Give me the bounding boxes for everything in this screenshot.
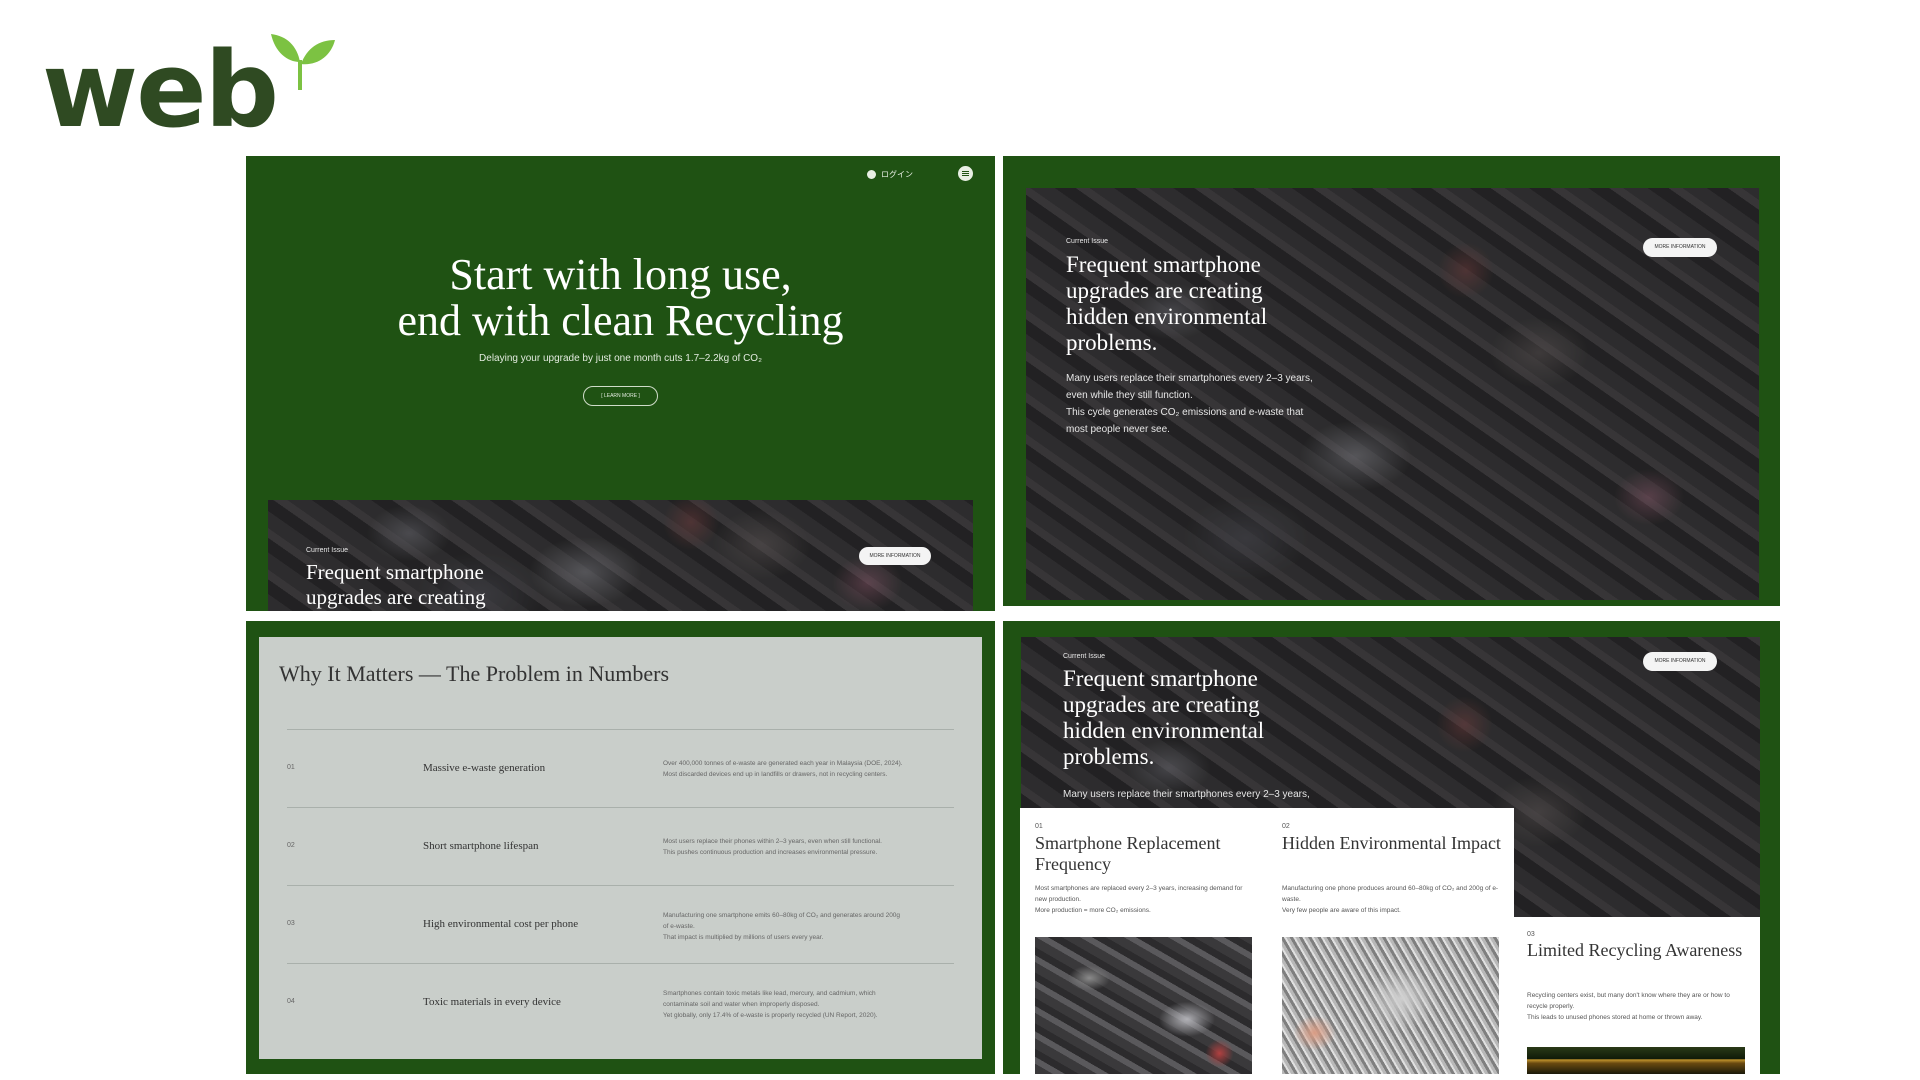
row-description: Manufacturing one smartphone emits 60–80… bbox=[663, 912, 901, 941]
row-name: Toxic materials in every device bbox=[423, 996, 561, 1008]
issue-title: Frequent smartphone upgrades are creatin… bbox=[1066, 252, 1267, 356]
numbers-row: 03 High environmental cost per phone Man… bbox=[287, 885, 954, 964]
issue-body-line: most people never see. bbox=[1066, 424, 1170, 435]
feature-number: 02 bbox=[1282, 823, 1290, 830]
feature-number: 01 bbox=[1035, 823, 1043, 830]
row-name: Massive e-waste generation bbox=[423, 762, 546, 774]
web-logo: web bbox=[42, 34, 362, 144]
row-description: Smartphones contain toxic metals like le… bbox=[663, 990, 878, 1019]
feature-title: Hidden Environmental Impact bbox=[1282, 833, 1501, 853]
issue-title-line: Frequent smartphone bbox=[1063, 666, 1258, 691]
learn-more-button[interactable]: [ LEARN MORE ] bbox=[583, 386, 658, 406]
feature-image-recycling bbox=[1527, 1047, 1745, 1074]
hero-title: Start with long use, end with clean Recy… bbox=[246, 252, 995, 344]
row-number: 04 bbox=[287, 998, 295, 1005]
feature-number: 03 bbox=[1527, 931, 1535, 938]
menu-icon[interactable] bbox=[958, 166, 973, 181]
feature-description: Recycling centers exist, but many don't … bbox=[1527, 992, 1730, 1021]
numbers-row: 04 Toxic materials in every device Smart… bbox=[287, 963, 954, 1042]
ewaste-phones-photo: Current Issue Frequent smartphone upgrad… bbox=[1026, 188, 1759, 600]
numbers-row: 02 Short smartphone lifespan Most users … bbox=[287, 807, 954, 886]
user-icon bbox=[867, 170, 876, 179]
row-description: Most users replace their phones within 2… bbox=[663, 838, 882, 856]
login-label: ログイン bbox=[881, 170, 913, 179]
issue-title: Frequent smartphone upgrades are creatin… bbox=[306, 560, 486, 610]
issue-body-line: Many users replace their smartphones eve… bbox=[1066, 373, 1313, 384]
logo-text: web bbox=[42, 29, 279, 151]
row-name: Short smartphone lifespan bbox=[423, 840, 539, 852]
issue-preview-photo: Current Issue Frequent smartphone upgrad… bbox=[268, 500, 973, 611]
feature-description: Manufacturing one phone produces around … bbox=[1282, 885, 1499, 914]
row-description: Over 400,000 tonnes of e-waste are gener… bbox=[663, 760, 903, 778]
numbers-title: Why It Matters — The Problem in Numbers bbox=[279, 661, 670, 686]
feature-title: Limited Recycling Awareness bbox=[1527, 940, 1743, 960]
issue-title-line: hidden environmental bbox=[1066, 304, 1268, 329]
hero-title-line2: end with clean Recycling bbox=[397, 296, 844, 345]
numbers-row: 01 Massive e-waste generation Over 400,0… bbox=[287, 729, 954, 808]
current-issue-panel: Current Issue Frequent smartphone upgrad… bbox=[1003, 156, 1780, 606]
issue-title-line: hidden environmental bbox=[1063, 718, 1265, 743]
issue-body: Many users replace their smartphones eve… bbox=[1066, 370, 1313, 438]
hero-subtitle: Delaying your upgrade by just one month … bbox=[479, 353, 762, 364]
issue-title-line: Frequent smartphone bbox=[306, 560, 484, 584]
issue-title-line: upgrades are creating bbox=[1066, 278, 1263, 303]
hero-panel: ログイン Start with long use, end with clean… bbox=[246, 156, 995, 611]
login-link[interactable]: ログイン bbox=[867, 169, 913, 180]
issue-body-line: This cycle generates CO₂ emissions and e… bbox=[1066, 407, 1304, 418]
row-name: High environmental cost per phone bbox=[423, 918, 579, 930]
feature-image-phones bbox=[1035, 937, 1252, 1074]
numbers-panel: Why It Matters — The Problem in Numbers … bbox=[246, 621, 995, 1074]
more-information-button[interactable]: MORE INFORMATION bbox=[1643, 238, 1717, 257]
issue-title-line: upgrades are creating bbox=[1063, 692, 1260, 717]
issue-label: Current Issue bbox=[1063, 653, 1106, 660]
issue-title-line: problems. bbox=[1066, 330, 1158, 355]
issue-label: Current Issue bbox=[1066, 238, 1109, 245]
row-number: 02 bbox=[287, 842, 295, 849]
features-panel: Current Issue Frequent smartphone upgrad… bbox=[1003, 621, 1780, 1074]
feature-image-shredded bbox=[1282, 937, 1499, 1074]
sprout-leaf-icon bbox=[271, 34, 335, 90]
more-information-button[interactable]: MORE INFORMATION bbox=[859, 547, 931, 565]
issue-title-line: problems. bbox=[1063, 744, 1155, 769]
feature-title: Smartphone Replacement Frequency bbox=[1035, 833, 1221, 874]
feature-cards: 01 Smartphone Replacement Frequency Most… bbox=[1020, 808, 1514, 1074]
issue-title-line: Frequent smartphone bbox=[1066, 252, 1261, 277]
numbers-card: Why It Matters — The Problem in Numbers … bbox=[259, 637, 982, 1059]
issue-body-line: even while they still function. bbox=[1066, 390, 1193, 401]
row-number: 01 bbox=[287, 764, 295, 771]
issue-body-line: Many users replace their smartphones eve… bbox=[1063, 789, 1310, 800]
row-number: 03 bbox=[287, 920, 295, 927]
issue-title: Frequent smartphone upgrades are creatin… bbox=[1063, 666, 1264, 770]
issue-title-line: upgrades are creating bbox=[306, 585, 486, 609]
feature-description: Most smartphones are replaced every 2–3 … bbox=[1035, 885, 1243, 914]
feature-card-3: 03 Limited Recycling Awareness Recycling… bbox=[1513, 917, 1760, 1074]
issue-label: Current Issue bbox=[306, 547, 349, 554]
more-information-button[interactable]: MORE INFORMATION bbox=[1643, 652, 1717, 671]
hero-title-line1: Start with long use, bbox=[449, 250, 792, 299]
